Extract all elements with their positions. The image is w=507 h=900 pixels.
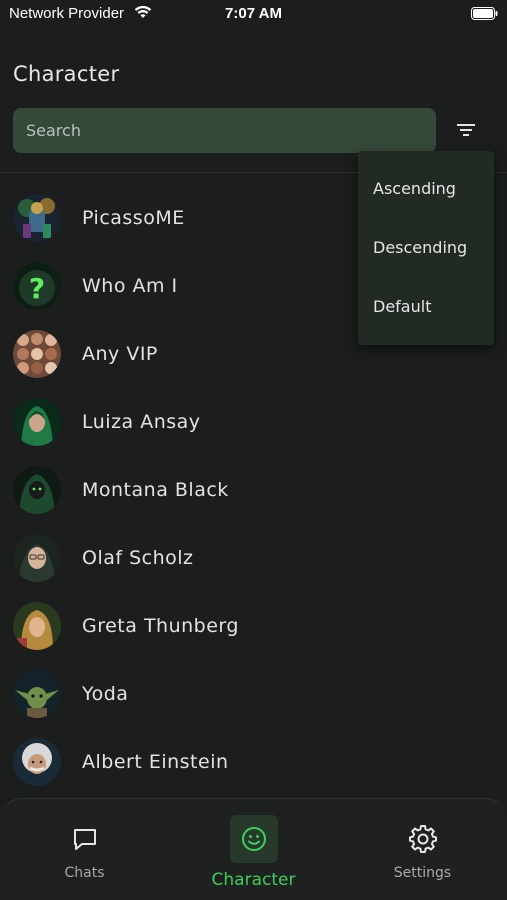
list-item[interactable]: Olaf Scholz — [0, 528, 507, 588]
tab-settings[interactable]: Settings — [338, 799, 507, 900]
character-name: Greta Thunberg — [82, 615, 239, 637]
character-name: Yoda — [82, 683, 129, 705]
character-name: Montana Black — [82, 479, 229, 501]
avatar — [13, 330, 61, 378]
tab-character[interactable]: Character — [169, 799, 338, 900]
character-name: PicassoME — [82, 207, 185, 229]
clock: 7:07 AM — [225, 5, 282, 22]
smiley-icon — [242, 827, 266, 851]
avatar — [13, 670, 61, 718]
character-name: Any VIP — [82, 343, 158, 365]
list-item[interactable]: Greta Thunberg — [0, 596, 507, 656]
tab-character-label: Character — [211, 870, 296, 890]
avatar — [13, 194, 61, 242]
avatar — [13, 466, 61, 514]
avatar: ? — [13, 262, 61, 310]
bottom-nav: Chats Character Settings — [0, 798, 507, 900]
avatar — [13, 534, 61, 582]
search-input[interactable] — [13, 108, 436, 153]
character-name: Albert Einstein — [82, 751, 229, 773]
character-name: Luiza Ansay — [82, 411, 201, 433]
svg-text:?: ? — [29, 272, 45, 305]
avatar — [13, 738, 61, 786]
filter-button[interactable] — [450, 114, 482, 146]
sort-descending[interactable]: Descending — [373, 238, 467, 257]
list-item[interactable]: Montana Black — [0, 460, 507, 520]
battery-icon — [471, 7, 498, 20]
chat-bubble-icon — [74, 829, 96, 850]
page-title: Character — [13, 62, 120, 86]
list-item[interactable]: Luiza Ansay — [0, 392, 507, 452]
tab-chats-label: Chats — [64, 865, 105, 881]
sort-default[interactable]: Default — [373, 297, 431, 316]
list-item[interactable]: Albert Einstein — [0, 732, 507, 792]
gear-icon — [409, 825, 437, 853]
sort-ascending[interactable]: Ascending — [373, 179, 456, 198]
character-name: Olaf Scholz — [82, 547, 194, 569]
character-name: Who Am I — [82, 275, 178, 297]
avatar — [13, 602, 61, 650]
tab-settings-label: Settings — [393, 865, 452, 881]
tab-chats[interactable]: Chats — [0, 799, 169, 900]
avatar — [13, 398, 61, 446]
list-item[interactable]: Yoda — [0, 664, 507, 724]
status-bar: Network Provider 7:07 AM — [0, 0, 507, 28]
filter-icon — [457, 124, 475, 136]
sort-menu: Ascending Descending Default — [358, 151, 494, 345]
